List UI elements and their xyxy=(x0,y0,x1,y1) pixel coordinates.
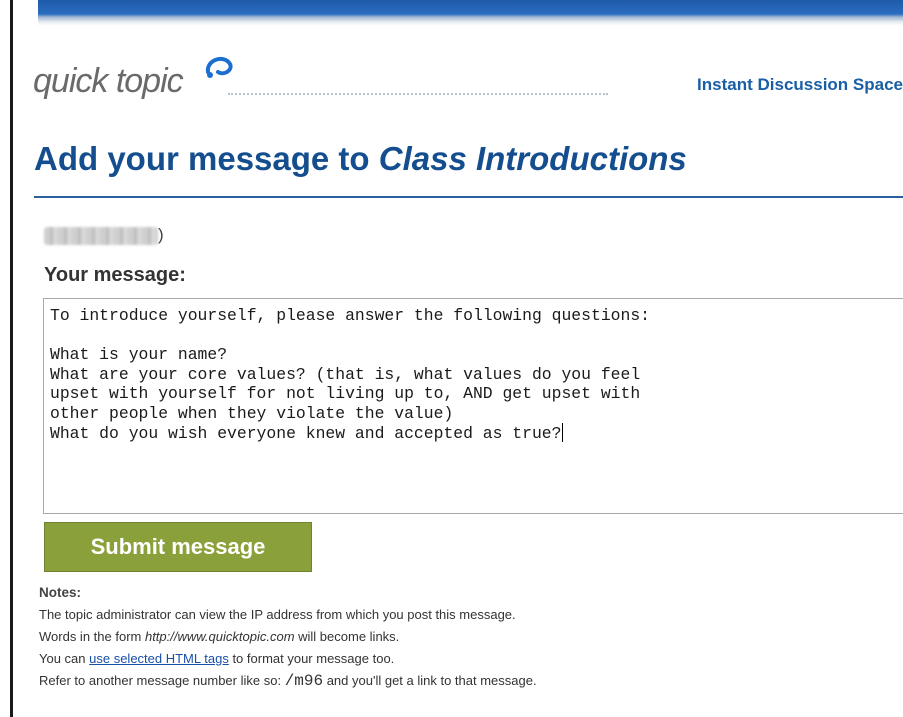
note-links: Words in the form http://www.quicktopic.… xyxy=(39,626,899,648)
note-message-reference: Refer to another message number like so:… xyxy=(39,670,899,692)
header-band xyxy=(38,0,903,26)
note-ref-prefix: Refer to another message number like so: xyxy=(39,673,285,688)
submit-message-button[interactable]: Submit message xyxy=(44,522,312,572)
swirl-logo-icon xyxy=(205,56,233,78)
notes-section: Notes: The topic administrator can view … xyxy=(39,582,899,692)
message-text: To introduce yourself, please answer the… xyxy=(50,306,650,443)
site-logo[interactable]: quick topic xyxy=(33,62,184,101)
blurred-author-name xyxy=(44,227,158,245)
note-html-tags: You can use selected HTML tags to format… xyxy=(39,648,899,670)
note-links-example: http://www.quicktopic.com xyxy=(144,629,295,644)
page-title-prefix: Add your message to xyxy=(34,140,379,177)
site-tagline: Instant Discussion Space xyxy=(697,75,903,94)
message-label: Your message: xyxy=(44,264,186,286)
topic-name: Class Introductions xyxy=(378,140,687,177)
note-ref-suffix: and you'll get a link to that message. xyxy=(323,673,537,688)
note-html-prefix: You can xyxy=(39,651,90,666)
page-title: Add your message to Class Introductions xyxy=(34,140,687,178)
note-ref-code: /m96 xyxy=(284,672,324,690)
note-links-suffix: will become links. xyxy=(294,629,400,644)
note-links-prefix: Words in the form xyxy=(39,629,145,644)
text-cursor xyxy=(562,423,564,442)
author-name-suffix: ) xyxy=(158,225,164,244)
note-ip-address: The topic administrator can view the IP … xyxy=(39,607,516,622)
note-html-suffix: to format your message too. xyxy=(228,651,395,666)
page-frame: quick topic Instant Discussion Space Add… xyxy=(10,0,903,717)
title-divider xyxy=(34,196,903,198)
notes-title: Notes: xyxy=(39,585,82,600)
header-dotted-divider xyxy=(228,93,608,95)
message-textarea[interactable]: To introduce yourself, please answer the… xyxy=(43,298,903,514)
html-tags-link[interactable]: use selected HTML tags xyxy=(89,651,229,666)
